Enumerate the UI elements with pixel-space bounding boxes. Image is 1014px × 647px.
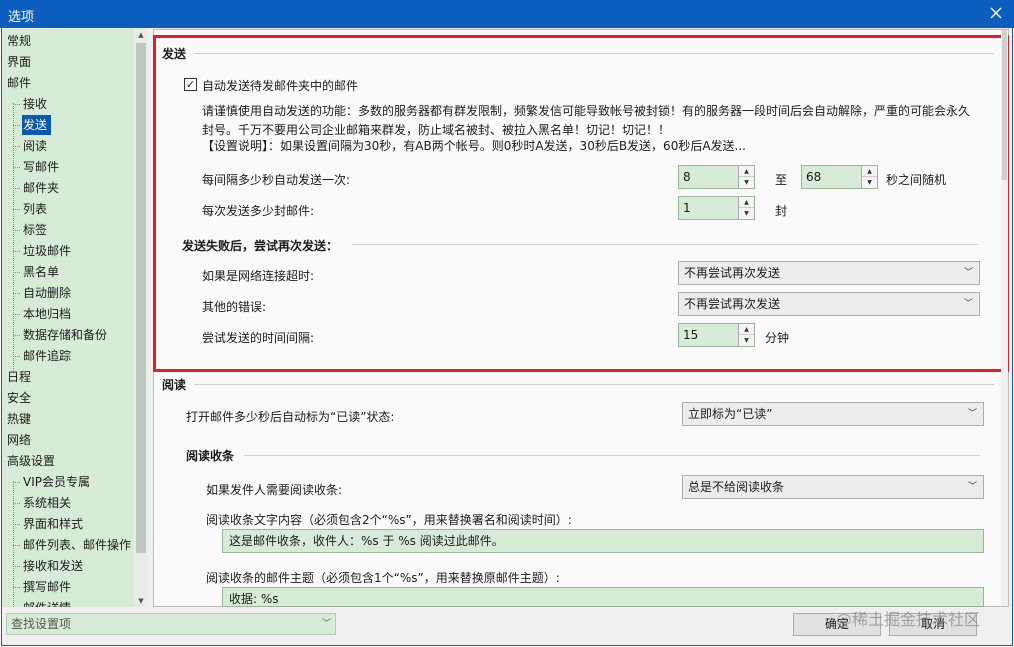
sidebar-item-tags[interactable]: 标签 xyxy=(12,220,51,240)
sidebar-item-send-receive[interactable]: 接收和发送 xyxy=(12,556,87,576)
mark-read-value: 立即标为“已读” xyxy=(688,407,773,421)
settings-search-combo[interactable]: 查找设置项 ﹀ xyxy=(6,613,336,635)
receipt-subject-input[interactable]: 收据: %s xyxy=(222,587,984,607)
watermark: @稀土掘金技术社区 xyxy=(836,610,981,629)
sidebar-item-receive[interactable]: 接收 xyxy=(12,94,51,114)
sidebar-item-general[interactable]: 常规 xyxy=(7,31,31,51)
sidebar-item-mail-list-ops[interactable]: 邮件列表、邮件操作 xyxy=(12,535,135,555)
panel-scroll-thumb[interactable] xyxy=(1002,30,1007,180)
receipt-text-input[interactable]: 这是邮件收条，收件人：%s 于 %s 阅读过此邮件。 xyxy=(222,529,984,553)
close-icon[interactable] xyxy=(986,3,1006,23)
search-placeholder: 查找设置项 xyxy=(11,617,72,631)
sidebar-item-auto-delete[interactable]: 自动删除 xyxy=(12,283,75,303)
sidebar-item-network[interactable]: 网络 xyxy=(7,430,31,450)
sidebar-item-send[interactable]: 发送 xyxy=(12,115,52,135)
panel-scrollbar[interactable] xyxy=(1001,30,1008,606)
sidebar-item-mail[interactable]: 邮件 xyxy=(7,73,31,93)
section-divider xyxy=(194,384,994,385)
sidebar-item-interface[interactable]: 界面 xyxy=(7,52,31,72)
chevron-down-icon[interactable]: ﹀ xyxy=(968,403,977,425)
sidebar-item-compose[interactable]: 写邮件 xyxy=(12,157,63,177)
tree-connector xyxy=(13,481,14,607)
receipt-subject-label: 阅读收条的邮件主题（必须包含1个“%s”，用来替换原邮件主题）: xyxy=(206,571,560,585)
settings-tree[interactable]: 常规 界面 邮件 接收 发送 阅读 写邮件 邮件夹 列表 标签 垃圾邮件 黑名单… xyxy=(2,29,148,607)
mark-read-select[interactable]: 立即标为“已读” ﹀ xyxy=(682,402,984,426)
sidebar-item-advanced[interactable]: 高级设置 xyxy=(7,451,55,471)
sidebar-item-spam[interactable]: 垃圾邮件 xyxy=(12,241,75,261)
sidebar-item-security[interactable]: 安全 xyxy=(7,388,31,408)
sidebar-item-system[interactable]: 系统相关 xyxy=(12,493,75,513)
sidebar-item-folders[interactable]: 邮件夹 xyxy=(12,178,63,198)
chevron-down-icon[interactable]: ﹀ xyxy=(322,614,331,634)
sidebar-item-storage-backup[interactable]: 数据存储和备份 xyxy=(12,325,111,345)
highlight-frame xyxy=(153,35,1009,372)
read-section-title: 阅读 xyxy=(162,378,187,392)
chevron-down-icon[interactable]: ﹀ xyxy=(968,476,977,498)
scroll-up-icon[interactable]: ▲ xyxy=(134,29,148,41)
sidebar-item-writing[interactable]: 撰写邮件 xyxy=(12,577,75,597)
receipt-request-select[interactable]: 总是不给阅读收条 ﹀ xyxy=(682,475,984,499)
sidebar-item-vip[interactable]: VIP会员专属 xyxy=(13,472,94,492)
tree-connector xyxy=(13,103,14,373)
mark-read-label: 打开邮件多少秒后自动标为“已读”状态: xyxy=(186,410,395,424)
sidebar-item-blacklist[interactable]: 黑名单 xyxy=(12,262,63,282)
window-title: 选项 xyxy=(8,10,35,25)
receipt-text-label: 阅读收条文字内容（必须包含2个“%s”，用来替换署名和阅读时间）: xyxy=(206,513,572,527)
receipt-request-value: 总是不给阅读收条 xyxy=(688,480,785,494)
section-divider xyxy=(244,455,980,456)
scroll-down-icon[interactable]: ▼ xyxy=(134,595,148,607)
receipt-request-label: 如果发件人需要阅读收条: xyxy=(206,483,343,497)
sidebar-item-mail-details[interactable]: 邮件详情 xyxy=(22,598,75,607)
sidebar-item-archive[interactable]: 本地归档 xyxy=(12,304,75,324)
sidebar-item-mail-tracking[interactable]: 邮件追踪 xyxy=(12,346,75,366)
sidebar-item-read[interactable]: 阅读 xyxy=(12,136,51,156)
receipt-section-title: 阅读收条 xyxy=(186,449,235,463)
sidebar-item-calendar[interactable]: 日程 xyxy=(7,367,31,387)
title-bar: 选项 xyxy=(0,0,1014,28)
sidebar-scroll-thumb[interactable] xyxy=(136,43,146,553)
sidebar-item-ui-style[interactable]: 界面和样式 xyxy=(12,514,87,534)
sidebar-scrollbar[interactable]: ▲ ▼ xyxy=(134,29,148,607)
sidebar-item-hotkeys[interactable]: 热键 xyxy=(7,409,31,429)
sidebar-item-list[interactable]: 列表 xyxy=(12,199,51,219)
